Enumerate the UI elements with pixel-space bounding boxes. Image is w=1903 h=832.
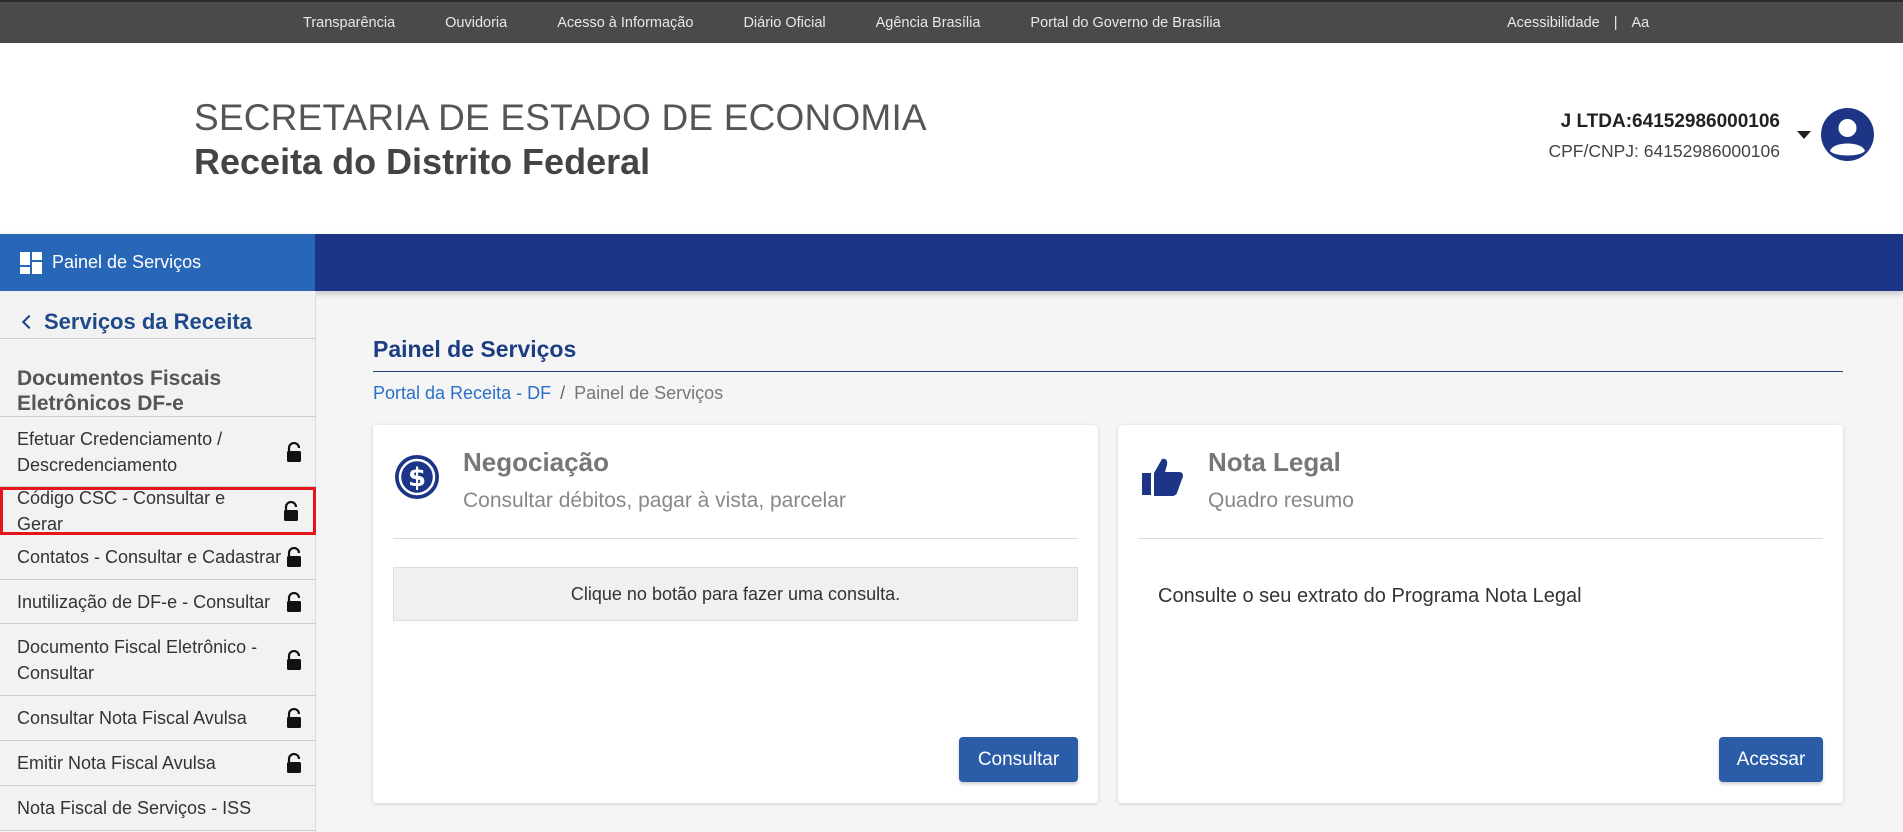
back-to-servicos-receita[interactable]: Serviços da Receita: [21, 309, 252, 335]
thumbs-up-icon: [1142, 458, 1183, 496]
unlock-icon: [284, 501, 298, 521]
sidebar-item-contatos[interactable]: Contatos - Consultar e Cadastrar: [0, 535, 316, 580]
sidebar-item-label: Inutilização de DF-e - Consultar: [17, 591, 271, 612]
card-message-box: Clique no botão para fazer uma consulta.: [393, 567, 1078, 621]
sidebar-item-label: Contatos - Consultar e Cadastrar: [17, 547, 282, 567]
card-nota-legal: Nota Legal Quadro resumo Consulte o seu …: [1118, 425, 1843, 803]
sidebar-item-documento-fiscal[interactable]: Documento Fiscal Eletrônico - Consultar: [0, 624, 316, 696]
header-title-receita: Receita do Distrito Federal: [194, 141, 651, 182]
accessibility-link[interactable]: Acessibilidade: [1507, 15, 1600, 31]
user-name: J LTDA:64152986000106: [1560, 111, 1780, 132]
back-link-label: Serviços da Receita: [44, 309, 252, 334]
card-subtitle: Consultar débitos, pagar à vista, parcel…: [463, 489, 846, 512]
card-message: Consulte o seu extrato do Programa Nota …: [1158, 585, 1582, 607]
breadcrumb: Portal da Receita - DF / Painel de Servi…: [373, 383, 723, 404]
sidebar-item-label: Documento Fiscal Eletrônico - Consultar: [17, 636, 258, 683]
dashboard-grid-icon: [20, 251, 42, 274]
sidebar-item-label: Emitir Nota Fiscal Avulsa: [17, 753, 216, 773]
card-title: Nota Legal: [1208, 447, 1341, 477]
card-divider: [1138, 538, 1823, 539]
sidebar-item-credenciamento[interactable]: Efetuar Credenciamento / Descredenciamen…: [0, 417, 316, 487]
services-nav-band: Painel de Serviços: [0, 234, 1903, 291]
unlock-icon: [287, 591, 301, 612]
header-title-secretaria: SECRETARIA DE ESTADO DE ECONOMIA: [194, 97, 927, 138]
top-link-transparencia[interactable]: Transparência: [303, 15, 395, 31]
unlock-icon: [287, 547, 301, 567]
sidebar-item-consultar-nfa[interactable]: Consultar Nota Fiscal Avulsa: [0, 696, 316, 741]
tab-painel-servicos-label: Painel de Serviços: [52, 252, 202, 272]
sidebar-item-nfs-iss[interactable]: Nota Fiscal de Serviços - ISS: [0, 786, 316, 831]
consultar-button[interactable]: Consultar: [959, 737, 1078, 782]
top-link-acesso-informacao[interactable]: Acesso à Informação: [557, 15, 693, 31]
sidebar-item-label: Nota Fiscal de Serviços - ISS: [17, 798, 252, 818]
sidebar-item-label: Consultar Nota Fiscal Avulsa: [17, 708, 247, 728]
sidebar-item-label: Código CSC - Consultar e Gerar: [17, 488, 226, 534]
accessibility-separator: |: [1613, 15, 1618, 31]
top-links: Transparência Ouvidoria Acesso à Informa…: [303, 15, 1271, 31]
breadcrumb-current: Painel de Serviços: [574, 383, 724, 403]
sidebar-item-inutilizacao[interactable]: Inutilização de DF-e - Consultar: [0, 580, 316, 624]
top-link-diario-oficial[interactable]: Diário Oficial: [743, 15, 825, 31]
site-header: SECRETARIA DE ESTADO DE ECONOMIA Receita…: [0, 43, 1903, 234]
dollar-circle-icon: $: [395, 455, 439, 499]
tab-painel-servicos[interactable]: Painel de Serviços: [0, 234, 315, 291]
unlock-icon: [287, 753, 301, 773]
card-subtitle: Quadro resumo: [1208, 489, 1354, 512]
unlock-icon: [287, 649, 301, 670]
title-divider: [373, 371, 1843, 372]
user-avatar-icon[interactable]: [1821, 108, 1874, 161]
breadcrumb-separator: /: [560, 383, 566, 403]
svg-text:$: $: [408, 463, 426, 493]
breadcrumb-portal-receita[interactable]: Portal da Receita - DF: [373, 383, 551, 404]
card-title: Negociação: [463, 447, 609, 477]
acessar-button[interactable]: Acessar: [1719, 737, 1823, 782]
top-link-agencia-brasilia[interactable]: Agência Brasília: [876, 15, 981, 31]
card-negociacao: $ Negociação Consultar débitos, pagar à …: [373, 425, 1098, 803]
chevron-left-icon: [21, 314, 37, 330]
unlock-icon: [287, 441, 301, 462]
card-divider: [393, 538, 1078, 539]
unlock-icon: [287, 708, 301, 728]
caret-down-icon[interactable]: [1797, 131, 1811, 139]
sidebar-section-title: Documentos Fiscais Eletrônicos DF-e: [17, 367, 222, 415]
user-document: CPF/CNPJ: 64152986000106: [1548, 141, 1780, 161]
top-link-portal-governo[interactable]: Portal do Governo de Brasília: [1030, 15, 1220, 31]
sidebar-divider: [0, 338, 316, 339]
sidebar: Serviços da Receita Documentos Fiscais E…: [0, 291, 316, 832]
accessibility-controls: Acessibilidade | Aa: [1507, 15, 1649, 31]
top-utility-bar: Transparência Ouvidoria Acesso à Informa…: [0, 0, 1903, 43]
sidebar-item-label: Efetuar Credenciamento / Descredenciamen…: [17, 428, 223, 475]
top-link-ouvidoria[interactable]: Ouvidoria: [445, 15, 507, 31]
page-title: Painel de Serviços: [373, 336, 577, 362]
sidebar-item-emitir-nfa[interactable]: Emitir Nota Fiscal Avulsa: [0, 741, 316, 786]
sidebar-item-codigo-csc[interactable]: Código CSC - Consultar e Gerar: [0, 487, 316, 535]
font-size-toggle[interactable]: Aa: [1631, 15, 1649, 31]
